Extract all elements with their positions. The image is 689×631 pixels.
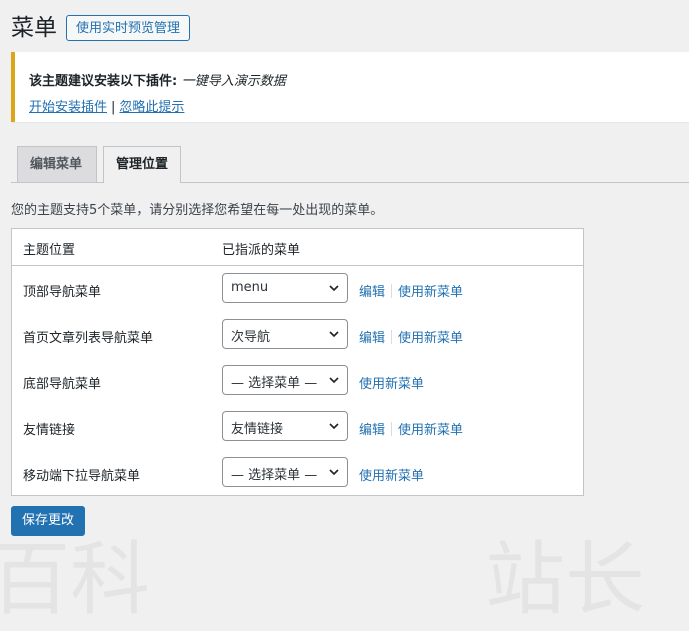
table-row: 首页文章列表导航菜单 次导航 编辑 使用新菜单 [12,312,583,358]
notice-plugin-name: 一键导入演示数据 [181,74,286,89]
table-row: 顶部导航菜单 menu 编辑 使用新菜单 [12,266,583,312]
use-new-menu-link[interactable]: 使用新菜单 [359,377,424,392]
row-actions: 使用新菜单 [359,465,424,484]
use-new-menu-link[interactable]: 使用新菜单 [398,285,463,300]
column-header-location: 主题位置 [23,243,76,258]
edit-menu-link[interactable]: 编辑 [359,331,385,346]
menu-select[interactable]: 友情链接 [222,411,348,441]
action-divider [391,284,393,298]
use-new-menu-link[interactable]: 使用新菜单 [398,331,463,346]
page-title: 菜单 [11,15,57,41]
use-new-menu-link[interactable]: 使用新菜单 [398,423,463,438]
notice-separator: | [111,100,116,115]
menu-select-value: — 选择菜单 — [231,376,318,391]
table-row: 友情链接 友情链接 编辑 使用新菜单 [12,404,583,450]
chevron-down-icon [329,423,339,430]
table-header: 主题位置 已指派的菜单 [12,229,583,266]
live-preview-button[interactable]: 使用实时预览管理 [66,15,191,41]
tab-manage-locations[interactable]: 管理位置 [103,146,181,183]
edit-menu-link[interactable]: 编辑 [359,423,385,438]
locations-description: 您的主题支持5个菜单，请分别选择您希望在每一处出现的菜单。 [11,203,384,218]
menu-locations-table: 主题位置 已指派的菜单 顶部导航菜单 menu 编辑 使用新菜单 首页文章列表导航… [11,228,584,496]
table-row: 底部导航菜单 — 选择菜单 — 使用新菜单 [12,358,583,404]
chevron-down-icon [329,331,339,338]
row-actions: 编辑 使用新菜单 [359,327,463,346]
row-actions: 编辑 使用新菜单 [359,419,463,438]
tab-edit-menus[interactable]: 编辑菜单 [17,146,97,182]
location-label: 友情链接 [23,423,76,438]
chevron-down-icon [329,285,339,292]
menu-select[interactable]: menu [222,273,348,303]
location-label: 顶部导航菜单 [23,285,102,300]
action-divider [391,330,393,344]
menu-select[interactable]: 次导航 [222,319,348,349]
chevron-down-icon [329,377,339,384]
column-header-assigned-menu: 已指派的菜单 [222,243,301,258]
menu-select-value: 友情链接 [231,422,284,437]
action-divider [391,422,393,436]
watermark-logo: 站长 [485,533,645,626]
row-actions: 使用新菜单 [359,373,424,392]
table-row: 移动端下拉导航菜单 — 选择菜单 — 使用新菜单 [12,450,583,496]
save-changes-button[interactable]: 保存更改 [11,506,86,536]
menu-select-value: — 选择菜单 — [231,468,318,483]
dismiss-notice-link[interactable]: 忽略此提示 [119,100,184,115]
menu-select-value: 次导航 [231,330,271,345]
location-label: 底部导航菜单 [23,377,102,392]
use-new-menu-link[interactable]: 使用新菜单 [359,469,424,484]
menu-select[interactable]: — 选择菜单 — [222,457,348,487]
menu-select[interactable]: — 选择菜单 — [222,365,348,395]
row-actions: 编辑 使用新菜单 [359,281,463,300]
menu-select-value: menu [231,280,269,295]
notice-links: 开始安装插件 | 忽略此提示 [29,96,184,115]
notice-message-prefix: 该主题建议安装以下插件: [29,74,178,89]
plugin-notice: 该主题建议安装以下插件: 一键导入演示数据 开始安装插件 | 忽略此提示 [11,52,689,122]
edit-menu-link[interactable]: 编辑 [359,285,385,300]
location-label: 移动端下拉导航菜单 [23,469,141,484]
install-plugins-link[interactable]: 开始安装插件 [29,100,107,115]
location-label: 首页文章列表导航菜单 [23,331,154,346]
notice-message: 该主题建议安装以下插件: 一键导入演示数据 [29,70,286,89]
chevron-down-icon [329,469,339,476]
